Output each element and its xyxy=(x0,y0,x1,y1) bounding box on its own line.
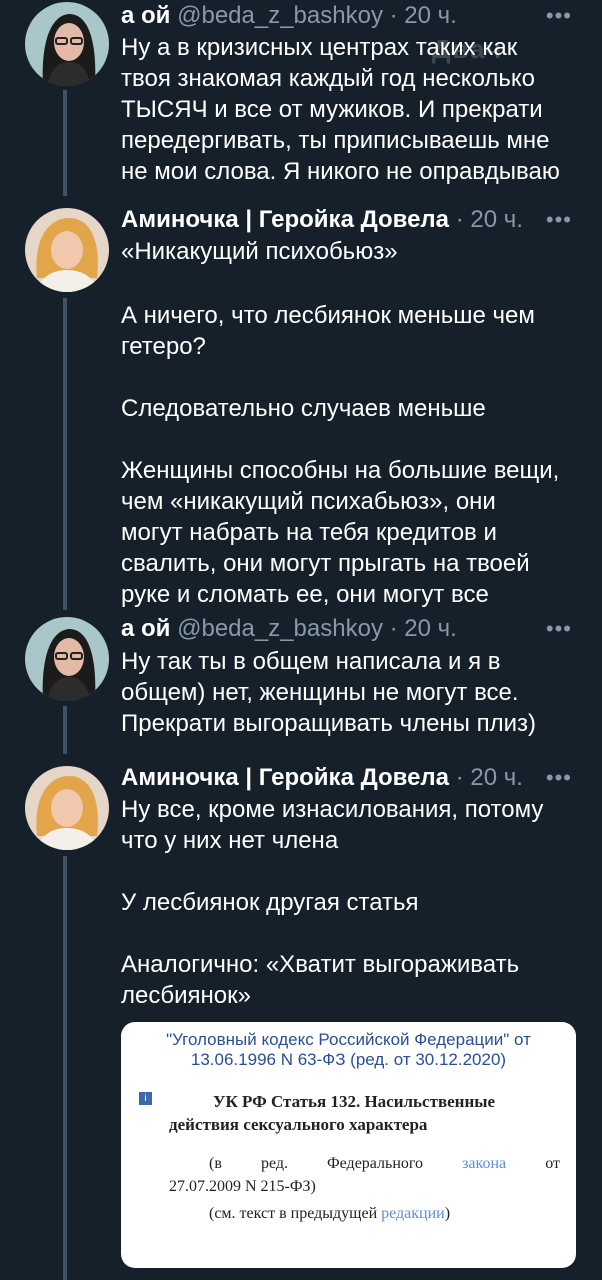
tweet-line: свалить, они могут прыгать на твоей xyxy=(121,550,530,577)
tweet-line: Женщины способны на большие вещи, xyxy=(121,457,560,484)
tweet-line: общем) нет, женщины не могут все. xyxy=(121,679,519,706)
note-text: (см. текст в предыдущей xyxy=(209,1205,382,1222)
tweet-line: гетеро? xyxy=(121,333,206,360)
document-header-line: "Уголовный кодекс Российской Федерации" … xyxy=(166,1030,531,1049)
avatar-sim-icon xyxy=(25,2,109,86)
avatar-photo-icon xyxy=(25,766,109,850)
more-options-icon[interactable]: ••• xyxy=(546,202,572,238)
tweet-line: что у них нет члена xyxy=(121,827,339,854)
tweet-line: Прекрати выгоращивать члены плиз) xyxy=(121,710,536,737)
more-options-icon[interactable]: ••• xyxy=(546,0,572,34)
tweet-text: Ну все, кроме изнасилования, потому что … xyxy=(121,794,584,1011)
tweet-text: Ну а в кризисных центрах таких как твоя … xyxy=(121,32,584,187)
timestamp[interactable]: 20 ч. xyxy=(470,764,523,791)
tweet-line: Ну все, кроме изнасилования, потому xyxy=(121,796,544,823)
avatar-sim-icon xyxy=(25,617,109,701)
tweet-header: а ой @beda_z_bashkoy · 20 ч. ••• xyxy=(121,611,572,647)
author-handle[interactable]: @beda_z_bashkoy xyxy=(177,2,383,29)
tweet-header: Аминочка | Геройка Довела · 20 ч. ••• xyxy=(121,202,572,238)
note-text: ) xyxy=(444,1205,451,1222)
tweet-line: ТЫСЯЧ и все от мужиков. И прекрати xyxy=(121,96,543,123)
tweet-line: Аналогично: «Хватит выгораживать xyxy=(121,951,520,978)
note-word: от xyxy=(545,1155,560,1172)
avatar[interactable] xyxy=(25,766,109,850)
thread-line xyxy=(63,856,67,1280)
note-word: ред. xyxy=(260,1155,288,1172)
timestamp[interactable]: 20 ч. xyxy=(470,206,523,233)
tweet-line: У лесбиянок другая статья xyxy=(121,889,419,916)
tweet-line: чем «никакущий психабьюз», они xyxy=(121,488,496,515)
tweet-line: Ну так ты в общем написала и я в xyxy=(121,648,501,675)
tweet-header: Аминочка | Геройка Довела · 20 ч. ••• xyxy=(121,760,572,796)
info-icon: i xyxy=(139,1092,152,1105)
note-word: (в xyxy=(209,1155,222,1172)
article-title-line: действия сексуального характера xyxy=(169,1115,428,1134)
edition-note: (в ред. Федерального закона от 27.07.200… xyxy=(169,1152,560,1225)
law-link[interactable]: закона xyxy=(462,1152,506,1175)
note-word: Федерального xyxy=(327,1155,424,1172)
note-line: 27.07.2009 N 215-ФЗ) xyxy=(169,1178,316,1195)
timestamp[interactable]: 20 ч. xyxy=(404,2,457,29)
article-title: УК РФ Статья 132. Насильственные действи… xyxy=(169,1090,560,1136)
thread-line xyxy=(63,90,67,196)
tweet-line: передергивать, ты приписываешь мне xyxy=(121,127,550,154)
tweet-line: А ничего, что лесбиянок меньше чем xyxy=(121,302,535,329)
tweet-text: Ну так ты в общем написала и я в общем) … xyxy=(121,646,584,739)
attached-image[interactable]: "Уголовный кодекс Российской Федерации" … xyxy=(121,1022,576,1268)
tweet-line: Следовательно случаев меньше xyxy=(121,395,486,422)
tweet-line: «Никакущий психобьюз» xyxy=(121,238,398,265)
more-options-icon[interactable]: ••• xyxy=(546,611,572,647)
document-header: "Уголовный кодекс Российской Федерации" … xyxy=(137,1030,560,1070)
thread-line xyxy=(63,706,67,754)
separator-dot: · xyxy=(455,206,464,233)
avatar[interactable] xyxy=(25,2,109,86)
avatar[interactable] xyxy=(25,208,109,292)
timestamp[interactable]: 20 ч. xyxy=(404,615,457,642)
avatar[interactable] xyxy=(25,617,109,701)
separator-dot: · xyxy=(389,2,398,29)
edition-link[interactable]: редакции xyxy=(381,1205,445,1222)
document-header-line: 13.06.1996 N 63-ФЗ (ред. от 30.12.2020) xyxy=(190,1050,507,1069)
tweet-line: твоя знакомая каждый год несколько xyxy=(121,65,536,92)
author-handle[interactable]: @beda_z_bashkoy xyxy=(177,615,383,642)
separator-dot: · xyxy=(389,615,398,642)
separator-dot: · xyxy=(455,764,464,791)
thread-line xyxy=(63,298,67,610)
author-name[interactable]: Аминочка | Геройка Довела xyxy=(121,764,449,791)
tweet-line: руке и сломать ее, они могут все xyxy=(121,581,489,608)
avatar-photo-icon xyxy=(25,208,109,292)
tweet-line: не мои слова. Я никого не оправдываю xyxy=(121,158,560,185)
tweet-line: Ну а в кризисных центрах таких как xyxy=(121,34,518,61)
tweet-text: «Никакущий психобьюз» А ничего, что лесб… xyxy=(121,236,584,610)
author-name[interactable]: а ой xyxy=(121,2,170,29)
author-name[interactable]: а ой xyxy=(121,615,170,642)
tweet-line: лесбиянок» xyxy=(121,982,251,1009)
author-name[interactable]: Аминочка | Геройка Довела xyxy=(121,206,449,233)
more-options-icon[interactable]: ••• xyxy=(546,760,572,796)
tweet-line: могут набрать на тебя кредитов и xyxy=(121,519,497,546)
article-title-line: УК РФ Статья 132. Насильственные xyxy=(213,1092,496,1111)
tweet-header: а ой @beda_z_bashkoy · 20 ч. ••• xyxy=(121,0,572,34)
